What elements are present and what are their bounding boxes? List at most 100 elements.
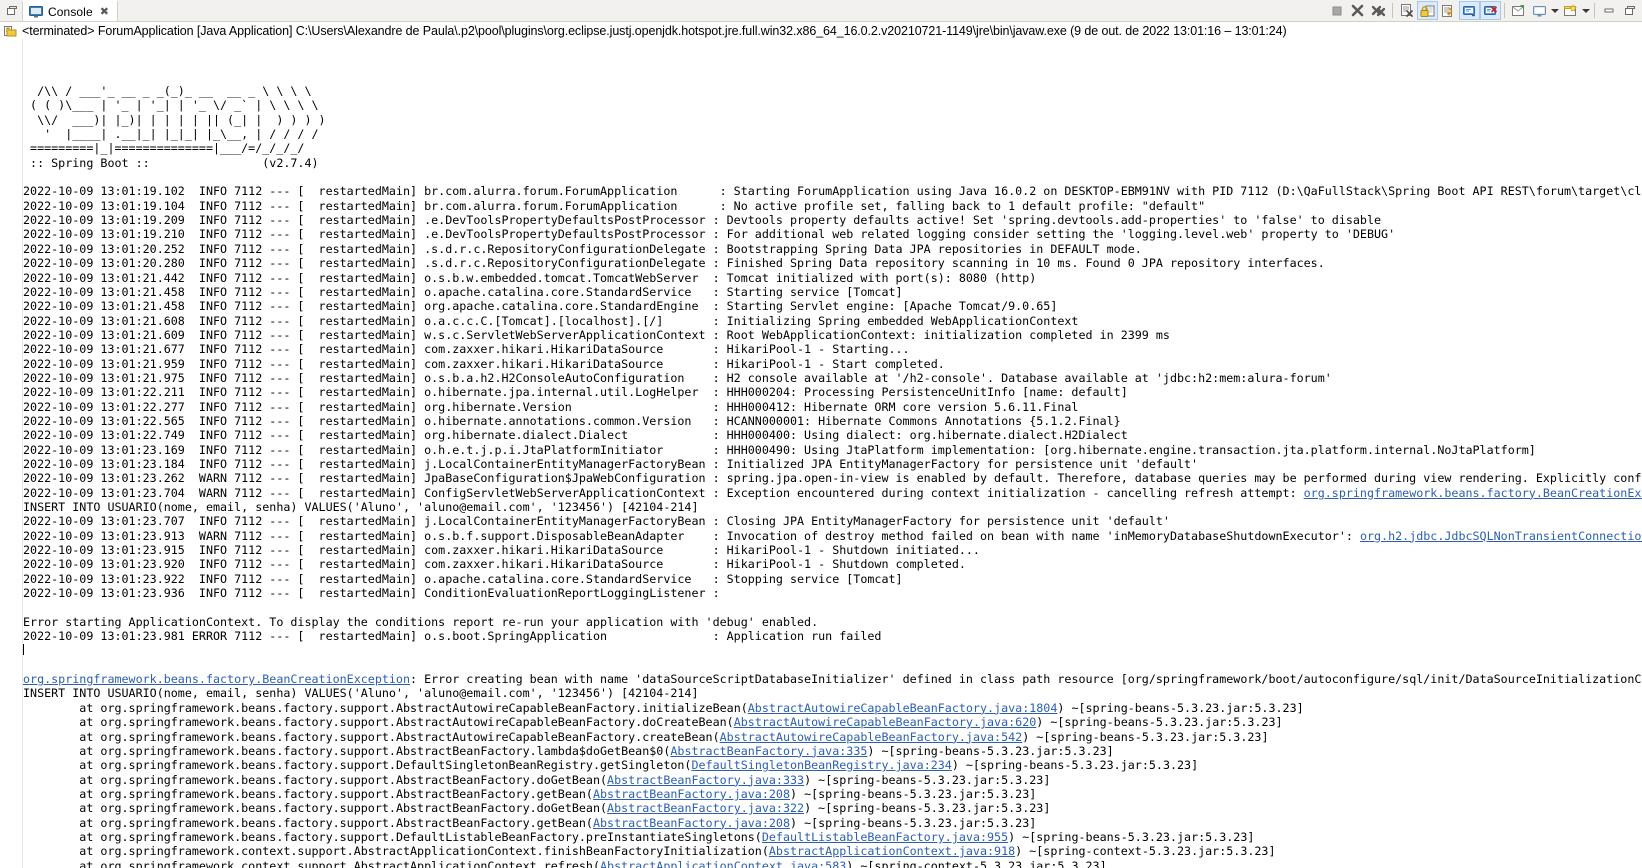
display-console-icon bbox=[1533, 5, 1546, 16]
console-line: at org.springframework.beans.factory.sup… bbox=[23, 758, 1199, 773]
console-line: 2022-10-09 13:01:21.677 INFO 7112 --- [ … bbox=[23, 342, 910, 357]
console-hyperlink[interactable]: AbstractApplicationContext.java:918 bbox=[769, 844, 1015, 858]
show-console-on-output-button[interactable] bbox=[1459, 1, 1480, 20]
console-line: INSERT INTO USUARIO(nome, email, senha) … bbox=[23, 500, 699, 514]
display-selected-console-button[interactable] bbox=[1529, 1, 1550, 20]
folder-paste-icon bbox=[4, 25, 17, 36]
console-line: at org.springframework.beans.factory.sup… bbox=[23, 772, 1051, 787]
console-line: 2022-10-09 13:01:20.280 INFO 7112 --- [ … bbox=[23, 256, 1325, 271]
console-hyperlink[interactable]: AbstractAutowireCapableBeanFactory.java:… bbox=[720, 730, 1023, 744]
maximize-icon bbox=[1624, 5, 1635, 15]
chevron-down-icon bbox=[1582, 8, 1590, 13]
console-line: at org.springframework.beans.factory.sup… bbox=[23, 743, 1114, 758]
console-hyperlink[interactable]: org.h2.jdbc.JdbcSQLNonTransientConnectio… bbox=[1360, 529, 1642, 543]
spring-boot-banner-line: :: Spring Boot :: (v2.7.4) bbox=[23, 155, 319, 170]
toolbar-separator bbox=[1392, 3, 1393, 18]
console-line: 2022-10-09 13:01:21.959 INFO 7112 --- [ … bbox=[23, 356, 945, 371]
console-line: at org.springframework.beans.factory.sup… bbox=[23, 715, 1283, 730]
maximize-view-button[interactable] bbox=[1619, 1, 1640, 20]
console-hyperlink[interactable]: AbstractBeanFactory.java:322 bbox=[607, 801, 804, 815]
spring-boot-banner-line: \\/ ___)| |_)| | | | | || (_| | ) ) ) ) bbox=[23, 112, 326, 127]
console-line: 2022-10-09 13:01:23.920 INFO 7112 --- [ … bbox=[23, 557, 966, 572]
console-line: 2022-10-09 13:01:19.104 INFO 7112 --- [ … bbox=[23, 198, 1206, 213]
console-line: 2022-10-09 13:01:23.936 INFO 7112 --- [ … bbox=[23, 586, 727, 601]
console-line: at org.springframework.beans.factory.sup… bbox=[23, 729, 1269, 744]
console-caret-line bbox=[23, 643, 1642, 657]
spring-boot-banner-line: /\\ / ___'_ __ _ _(_)_ __ __ _ \ \ \ \ bbox=[23, 84, 312, 99]
remove-x-icon bbox=[1351, 4, 1364, 17]
chevron-down-icon bbox=[1551, 8, 1559, 13]
tab-console-label: Console bbox=[48, 4, 93, 19]
console-line: 2022-10-09 13:01:19.209 INFO 7112 --- [ … bbox=[23, 213, 1382, 228]
console-line: 2022-10-09 13:01:21.458 INFO 7112 --- [ … bbox=[23, 284, 903, 299]
console-line: 2022-10-09 13:01:23.981 ERROR 7112 --- [… bbox=[23, 629, 882, 644]
minimize-icon bbox=[1604, 8, 1613, 12]
console-hyperlink[interactable]: AbstractAutowireCapableBeanFactory.java:… bbox=[734, 715, 1037, 729]
console-left-rail bbox=[0, 39, 23, 868]
display-console-dropdown-arrow[interactable] bbox=[1550, 1, 1560, 20]
remove-all-xx-icon bbox=[1371, 5, 1385, 17]
spring-boot-banner-line: =========|_|==============|___/=/_/_/_/ bbox=[23, 141, 305, 156]
scroll-lock-button[interactable] bbox=[1417, 1, 1438, 20]
spring-boot-banner-line: ' |____| .__|_| |_|_| |_\__, | / / / / bbox=[23, 127, 319, 142]
console-hyperlink[interactable]: org.springframework.beans.factory.BeanCr… bbox=[1304, 486, 1642, 500]
pin-console-button[interactable] bbox=[1508, 1, 1529, 20]
console-line: org.springframework.beans.factory.BeanCr… bbox=[23, 672, 1642, 687]
console-hyperlink[interactable]: AbstractBeanFactory.java:333 bbox=[607, 773, 804, 787]
console-toolbar bbox=[1326, 0, 1642, 21]
word-wrap-icon bbox=[1442, 4, 1453, 17]
console-line: 2022-10-09 13:01:19.210 INFO 7112 --- [ … bbox=[23, 227, 1396, 242]
console-err-icon bbox=[1484, 5, 1497, 15]
lock-icon bbox=[1420, 5, 1435, 17]
show-console-on-error-button[interactable] bbox=[1480, 1, 1501, 20]
console-hyperlink[interactable]: AbstractBeanFactory.java:208 bbox=[593, 816, 790, 830]
console-line: 2022-10-09 13:01:23.913 WARN 7112 --- [ … bbox=[23, 529, 1642, 543]
console-gutter-icon bbox=[0, 24, 22, 38]
console-hyperlink[interactable]: AbstractBeanFactory.java:208 bbox=[593, 787, 790, 801]
console-hyperlink[interactable]: AbstractBeanFactory.java:335 bbox=[670, 744, 867, 758]
text-caret bbox=[23, 644, 24, 656]
minimize-view-button[interactable] bbox=[1598, 1, 1619, 20]
launch-description: <terminated> ForumApplication [Java Appl… bbox=[22, 23, 1287, 38]
close-icon[interactable]: ✖ bbox=[100, 5, 109, 18]
clear-console-button[interactable] bbox=[1396, 1, 1417, 20]
console-line: 2022-10-09 13:01:22.565 INFO 7112 --- [ … bbox=[23, 413, 1121, 428]
console-line: 2022-10-09 13:01:21.609 INFO 7112 --- [ … bbox=[23, 327, 1170, 342]
remove-launch-button[interactable] bbox=[1347, 1, 1368, 20]
console-line: at org.springframework.context.support.A… bbox=[23, 844, 1276, 859]
terminate-button[interactable] bbox=[1326, 1, 1347, 20]
console-hyperlink[interactable]: org.springframework.beans.factory.BeanCr… bbox=[23, 672, 410, 686]
console-hyperlink[interactable]: DefaultSingletonBeanRegistry.java:234 bbox=[691, 758, 951, 772]
console-out-icon bbox=[1463, 5, 1475, 16]
open-console-dropdown-arrow[interactable] bbox=[1581, 1, 1591, 20]
console-line: 2022-10-09 13:01:21.608 INFO 7112 --- [ … bbox=[23, 313, 1079, 328]
open-console-button[interactable] bbox=[1560, 1, 1581, 20]
console-line: at org.springframework.beans.factory.sup… bbox=[23, 786, 1037, 801]
console-line: 2022-10-09 13:01:21.442 INFO 7112 --- [ … bbox=[23, 270, 1037, 285]
console-view-tabrow: Console ✖ bbox=[0, 0, 1642, 22]
remove-all-terminated-button[interactable] bbox=[1368, 1, 1389, 20]
console-line: 2022-10-09 13:01:23.262 WARN 7112 --- [ … bbox=[23, 471, 1642, 486]
view-restore-icon[interactable] bbox=[0, 0, 22, 21]
console-line: 2022-10-09 13:01:21.458 INFO 7112 --- [ … bbox=[23, 299, 1058, 314]
tab-console[interactable]: Console ✖ bbox=[22, 0, 118, 21]
console-hyperlink[interactable]: AbstractAutowireCapableBeanFactory.java:… bbox=[748, 701, 1058, 715]
console-icon bbox=[29, 6, 43, 18]
console-line: 2022-10-09 13:01:23.922 INFO 7112 --- [ … bbox=[23, 571, 903, 586]
console-line: 2022-10-09 13:01:21.975 INFO 7112 --- [ … bbox=[23, 370, 1332, 385]
restore-view-glyph bbox=[6, 6, 17, 15]
launch-description-row: <terminated> ForumApplication [Java Appl… bbox=[0, 22, 1642, 39]
console-output[interactable]: /\\ / ___'_ __ _ _(_)_ __ __ _ \ \ \ \ (… bbox=[23, 39, 1642, 868]
toolbar-separator-2 bbox=[1504, 3, 1505, 18]
console-line: at org.springframework.beans.factory.sup… bbox=[23, 829, 1255, 844]
console-hyperlink[interactable]: DefaultListableBeanFactory.java:955 bbox=[762, 830, 1008, 844]
pin-console-icon bbox=[1512, 4, 1524, 16]
console-line: 2022-10-09 13:01:19.102 INFO 7112 --- [ … bbox=[23, 184, 1642, 199]
console-line: Error starting ApplicationContext. To di… bbox=[23, 614, 819, 629]
word-wrap-button[interactable] bbox=[1438, 1, 1459, 20]
console-line: 2022-10-09 13:01:23.707 INFO 7112 --- [ … bbox=[23, 514, 1170, 529]
console-line: 2022-10-09 13:01:23.169 INFO 7112 --- [ … bbox=[23, 442, 1536, 457]
